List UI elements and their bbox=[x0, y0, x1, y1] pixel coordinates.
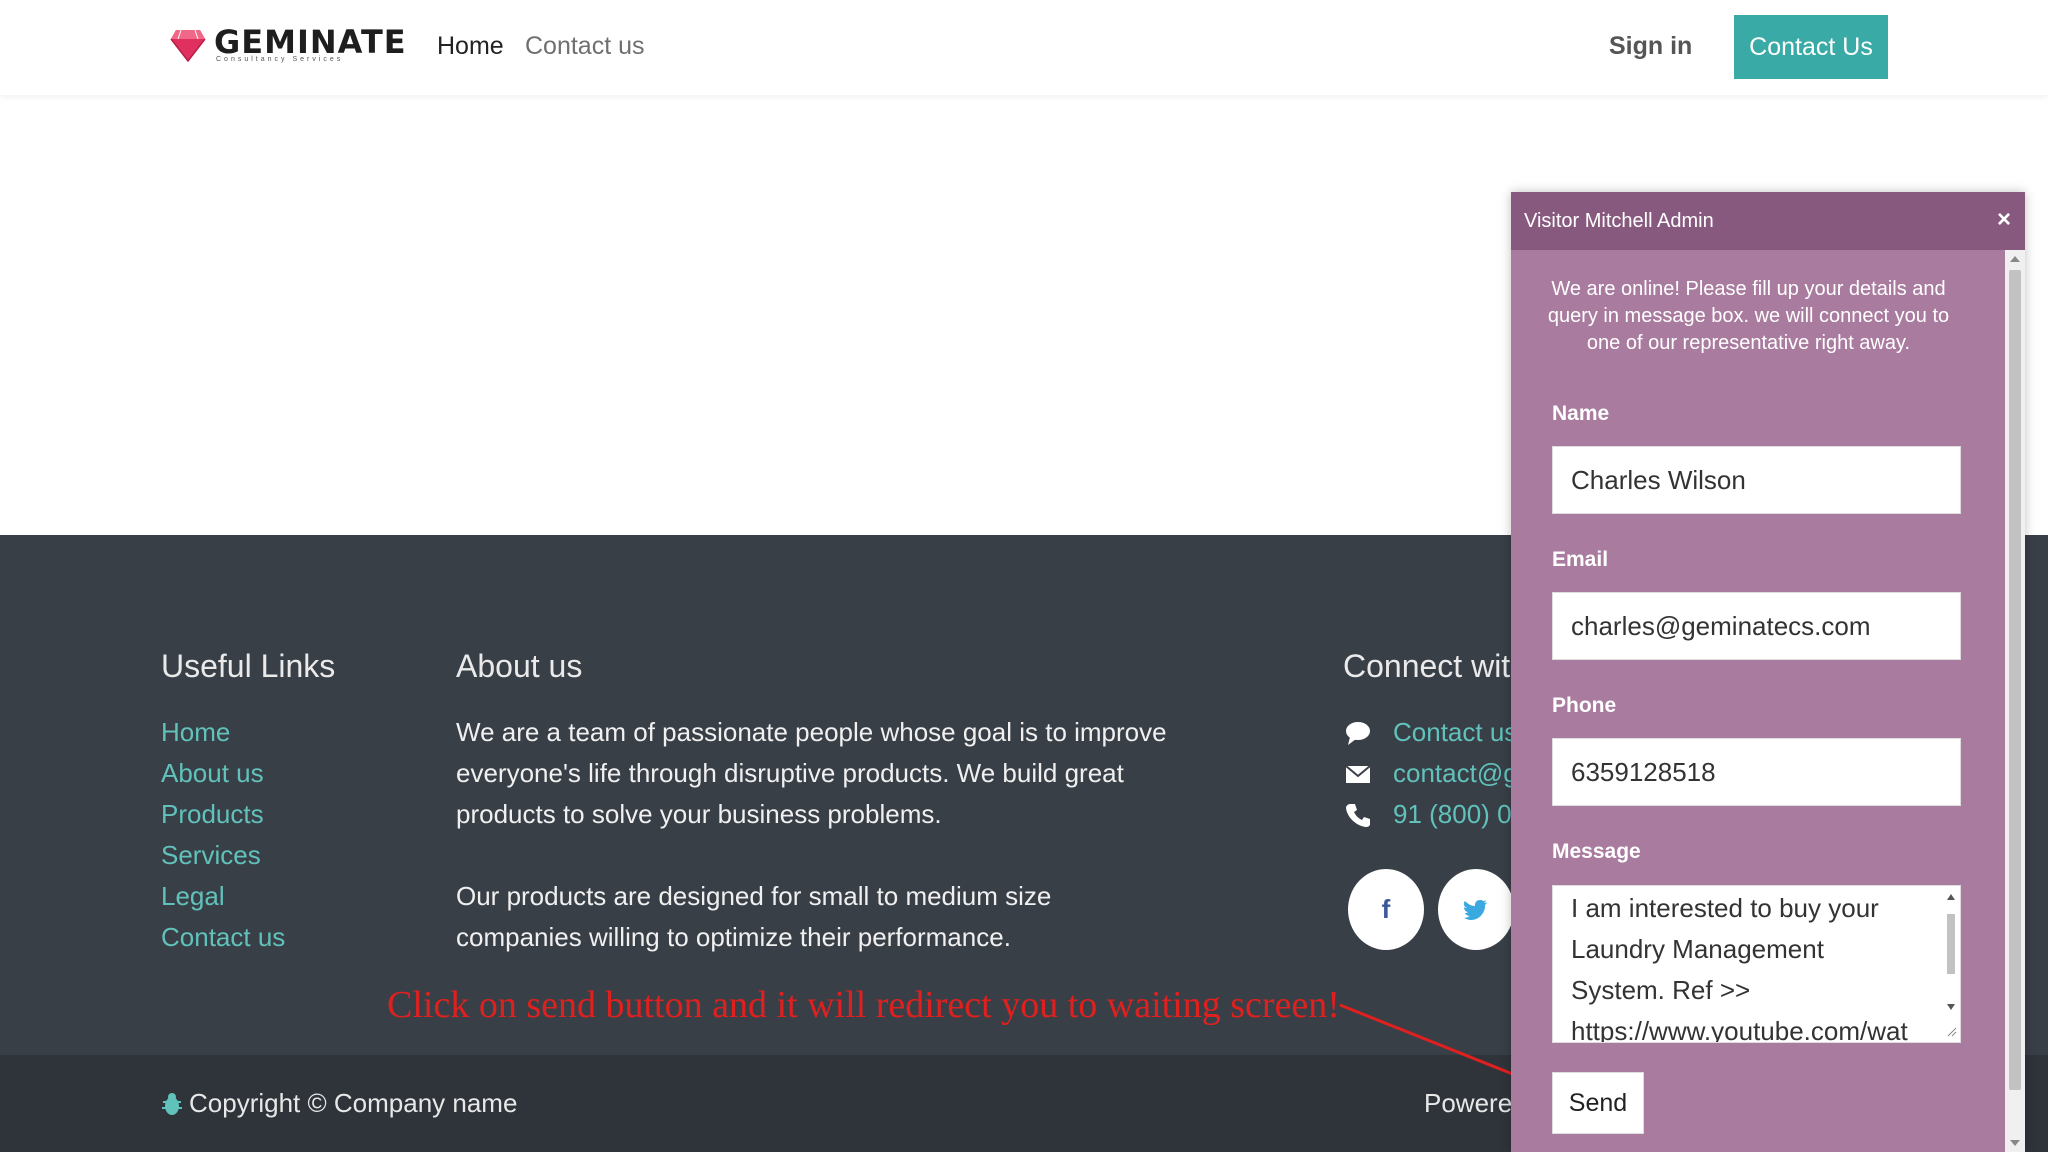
logo[interactable]: GEMINATE Consultancy Services bbox=[170, 26, 407, 63]
bug-icon bbox=[162, 1092, 182, 1115]
close-icon[interactable]: × bbox=[1997, 206, 2011, 234]
contact-phone-link[interactable]: 91 (800) 04 bbox=[1393, 799, 1526, 830]
chat-header: Visitor Mitchell Admin × bbox=[1511, 192, 2025, 250]
footer-link-products[interactable]: Products bbox=[161, 799, 264, 830]
site-header: GEMINATE Consultancy Services Home Conta… bbox=[0, 0, 2048, 95]
footer-link-contact-us[interactable]: Contact us bbox=[161, 922, 285, 953]
envelope-icon bbox=[1345, 764, 1371, 783]
chat-bubble-icon bbox=[1346, 721, 1370, 745]
chat-intro-text: We are online! Please fill up your detai… bbox=[1547, 278, 1950, 354]
phone-label: Phone bbox=[1552, 694, 1617, 717]
contact-us-link[interactable]: Contact us bbox=[1393, 717, 1517, 748]
chat-title: Visitor Mitchell Admin bbox=[1524, 209, 1714, 232]
facebook-icon[interactable]: f bbox=[1348, 869, 1424, 950]
email-field[interactable] bbox=[1552, 592, 1961, 660]
contact-email-link[interactable]: contact@g bbox=[1393, 758, 1518, 789]
nav-contact-us[interactable]: Contact us bbox=[525, 32, 645, 61]
message-textarea[interactable]: I am interested to buy your Laundry Mana… bbox=[1552, 885, 1961, 1043]
message-label: Message bbox=[1552, 840, 1641, 863]
message-scrollbar[interactable] bbox=[1944, 890, 1958, 1038]
name-field[interactable] bbox=[1552, 446, 1961, 514]
name-label: Name bbox=[1552, 402, 1610, 425]
email-label: Email bbox=[1552, 548, 1609, 571]
copyright-text: Copyright © Company name bbox=[189, 1088, 518, 1118]
about-paragraph-2: Our products are designed for small to m… bbox=[456, 881, 1052, 952]
useful-links-title: Useful Links bbox=[161, 648, 336, 684]
contact-row-email[interactable]: contact@g bbox=[1345, 758, 1518, 789]
footer-link-services[interactable]: Services bbox=[161, 840, 261, 871]
twitter-icon[interactable] bbox=[1438, 869, 1514, 950]
phone-field[interactable] bbox=[1552, 738, 1961, 806]
send-button[interactable]: Send bbox=[1552, 1072, 1644, 1134]
footer-link-home[interactable]: Home bbox=[161, 717, 230, 748]
about-us-title: About us bbox=[456, 648, 583, 684]
annotation-text: Click on send button and it will redirec… bbox=[387, 984, 1340, 1026]
connect-title: Connect with bbox=[1343, 648, 1528, 684]
footer-link-legal[interactable]: Legal bbox=[161, 881, 225, 912]
logo-text: GEMINATE bbox=[214, 23, 407, 61]
phone-icon bbox=[1346, 803, 1370, 827]
contact-row-phone[interactable]: 91 (800) 04 bbox=[1345, 799, 1526, 830]
scroll-down-icon[interactable] bbox=[2010, 1140, 2020, 1146]
contact-us-button[interactable]: Contact Us bbox=[1734, 15, 1888, 79]
message-text: I am interested to buy your Laundry Mana… bbox=[1571, 893, 1908, 1043]
nav-home[interactable]: Home bbox=[437, 32, 504, 61]
chat-scrollbar[interactable] bbox=[2005, 250, 2025, 1152]
copyright: Copyright © Company name bbox=[161, 1088, 517, 1119]
diamond-icon bbox=[170, 29, 206, 62]
about-paragraph-1: We are a team of passionate people whose… bbox=[456, 717, 1167, 829]
live-chat-window: Visitor Mitchell Admin × We are online! … bbox=[1511, 192, 2025, 1152]
sign-in-link[interactable]: Sign in bbox=[1609, 32, 1692, 61]
footer-link-about-us[interactable]: About us bbox=[161, 758, 264, 789]
scroll-up-icon[interactable] bbox=[2010, 256, 2020, 262]
contact-row-chat[interactable]: Contact us bbox=[1345, 717, 1517, 748]
chat-scroll-thumb[interactable] bbox=[2009, 270, 2021, 1090]
